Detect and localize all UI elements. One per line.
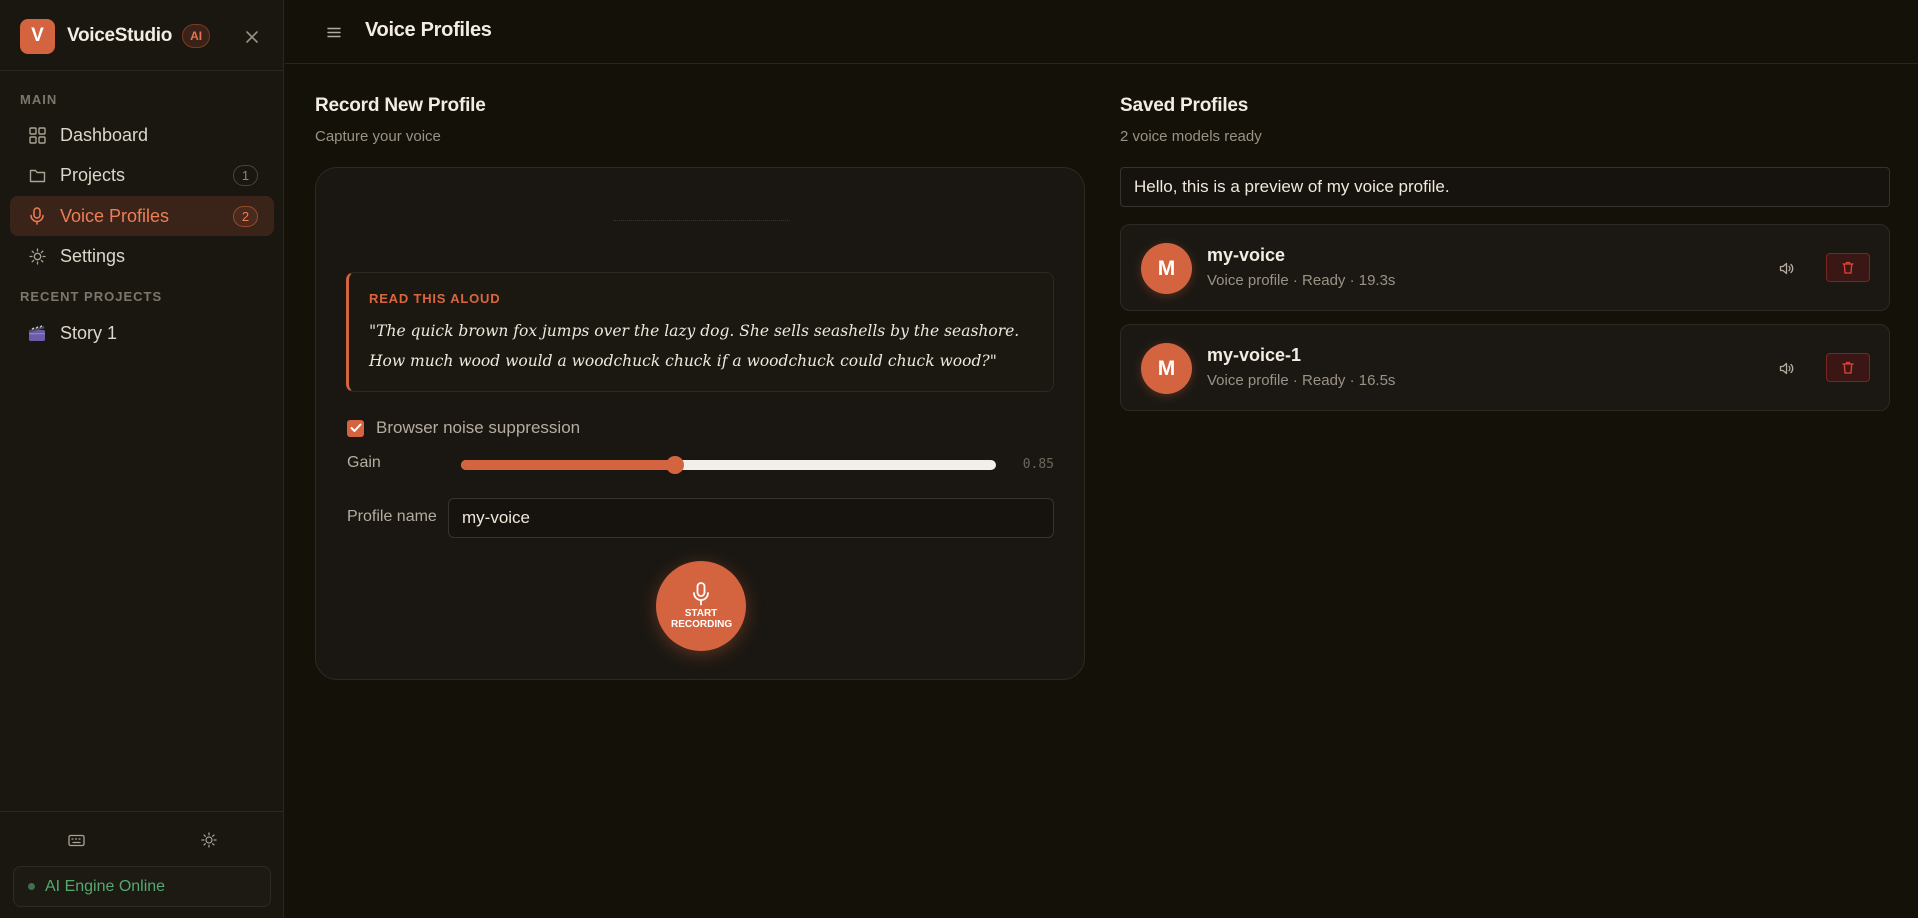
profile-meta: Voice profile · Ready · 16.5s	[1207, 372, 1396, 389]
play-preview-button[interactable]	[1774, 356, 1798, 380]
clapperboard-icon	[28, 324, 46, 342]
sidebar-item-label: Dashboard	[60, 124, 149, 145]
profile-meta: Voice profile · Ready · 19.3s	[1207, 272, 1396, 289]
engine-status: AI Engine Online	[13, 866, 271, 907]
noise-suppression-label: Browser noise suppression	[376, 418, 581, 437]
delete-profile-button[interactable]	[1826, 253, 1870, 282]
keyboard-shortcuts-button[interactable]	[64, 828, 88, 852]
gain-slider[interactable]	[461, 456, 996, 474]
topbar: Voice Profiles	[285, 0, 1918, 64]
keyboard-icon	[67, 834, 85, 846]
avatar: M	[1141, 243, 1192, 294]
gain-value: 0.85	[1022, 457, 1054, 472]
engine-status-text: AI Engine Online	[45, 877, 166, 895]
count-badge: 2	[233, 206, 258, 227]
sun-gear-icon	[28, 247, 46, 265]
trash-icon	[1842, 261, 1854, 274]
profile-card: M my-voice-1 Voice profile · Ready · 16.…	[1120, 324, 1890, 411]
saved-subtitle: 2 voice models ready	[1120, 128, 1262, 145]
sidebar-item-dashboard[interactable]: Dashboard	[10, 115, 274, 155]
prompt-box: READ THIS ALOUD "The quick brown fox jum…	[346, 272, 1054, 392]
noise-suppression-toggle[interactable]: Browser noise suppression	[347, 418, 580, 438]
close-icon	[246, 31, 258, 43]
theme-toggle-button[interactable]	[197, 828, 221, 852]
folder-icon	[28, 166, 46, 184]
prompt-text: "The quick brown fox jumps over the lazy…	[369, 322, 1020, 370]
close-sidebar-button[interactable]	[240, 25, 264, 49]
profile-name-label: Profile name	[347, 508, 437, 525]
play-preview-button[interactable]	[1774, 256, 1798, 280]
status-dot	[28, 883, 35, 890]
start-recording-label: START RECORDING	[671, 608, 733, 630]
sidebar-item-label: Settings	[60, 245, 126, 266]
brand: V VoiceStudio AI	[20, 18, 264, 54]
slider-fill	[461, 460, 675, 470]
sidebar-item-projects[interactable]: Projects 1	[10, 155, 274, 195]
section-label-main: MAIN	[20, 92, 58, 107]
record-title: Record New Profile	[315, 95, 486, 116]
sidebar-item-label: Story 1	[60, 322, 118, 343]
dashboard-grid-icon	[28, 126, 46, 144]
checkmark-icon	[350, 423, 361, 432]
sidebar-item-story-1[interactable]: Story 1	[10, 313, 274, 353]
theme-sun-icon	[201, 832, 217, 848]
delete-profile-button[interactable]	[1826, 353, 1870, 382]
profile-name: my-voice	[1207, 245, 1286, 265]
sidebar-item-label: Voice Profiles	[60, 205, 170, 226]
sidebar-item-voice-profiles[interactable]: Voice Profiles 2	[10, 196, 274, 236]
slider-thumb[interactable]	[666, 456, 684, 474]
speaker-icon	[1779, 362, 1793, 374]
section-label-recent: RECENT PROJECTS	[20, 289, 163, 304]
profile-name: my-voice-1	[1207, 345, 1302, 365]
count-badge: 1	[233, 165, 258, 186]
start-recording-button[interactable]: START RECORDING	[656, 561, 746, 651]
sidebar-item-label: Projects	[60, 164, 126, 185]
record-subtitle: Capture your voice	[315, 128, 441, 145]
profile-card: M my-voice Voice profile · Ready · 19.3s	[1120, 224, 1890, 311]
trash-icon	[1842, 361, 1854, 374]
waveform-placeholder	[614, 220, 790, 222]
divider	[0, 811, 284, 812]
noise-suppression-checkbox[interactable]	[347, 419, 364, 437]
microphone-icon	[693, 582, 709, 606]
divider	[0, 70, 284, 71]
app-name: VoiceStudio	[67, 25, 173, 46]
prompt-label: READ THIS ALOUD	[369, 291, 501, 306]
gain-label: Gain	[347, 454, 381, 471]
profile-name-input[interactable]	[448, 498, 1054, 538]
avatar: M	[1141, 343, 1192, 394]
hamburger-menu-icon	[327, 27, 341, 37]
menu-button[interactable]	[322, 20, 346, 44]
microphone-icon	[28, 207, 46, 225]
preview-text-input[interactable]	[1120, 167, 1890, 207]
page-title: Voice Profiles	[365, 19, 492, 41]
app-logo: V	[20, 18, 55, 54]
speaker-icon	[1779, 262, 1793, 274]
sidebar: V VoiceStudio AI MAIN Dashboard Projects…	[0, 0, 284, 918]
sidebar-item-settings[interactable]: Settings	[10, 236, 274, 276]
ai-badge: AI	[182, 24, 211, 48]
saved-title: Saved Profiles	[1120, 95, 1249, 116]
record-card: READ THIS ALOUD "The quick brown fox jum…	[315, 167, 1085, 680]
